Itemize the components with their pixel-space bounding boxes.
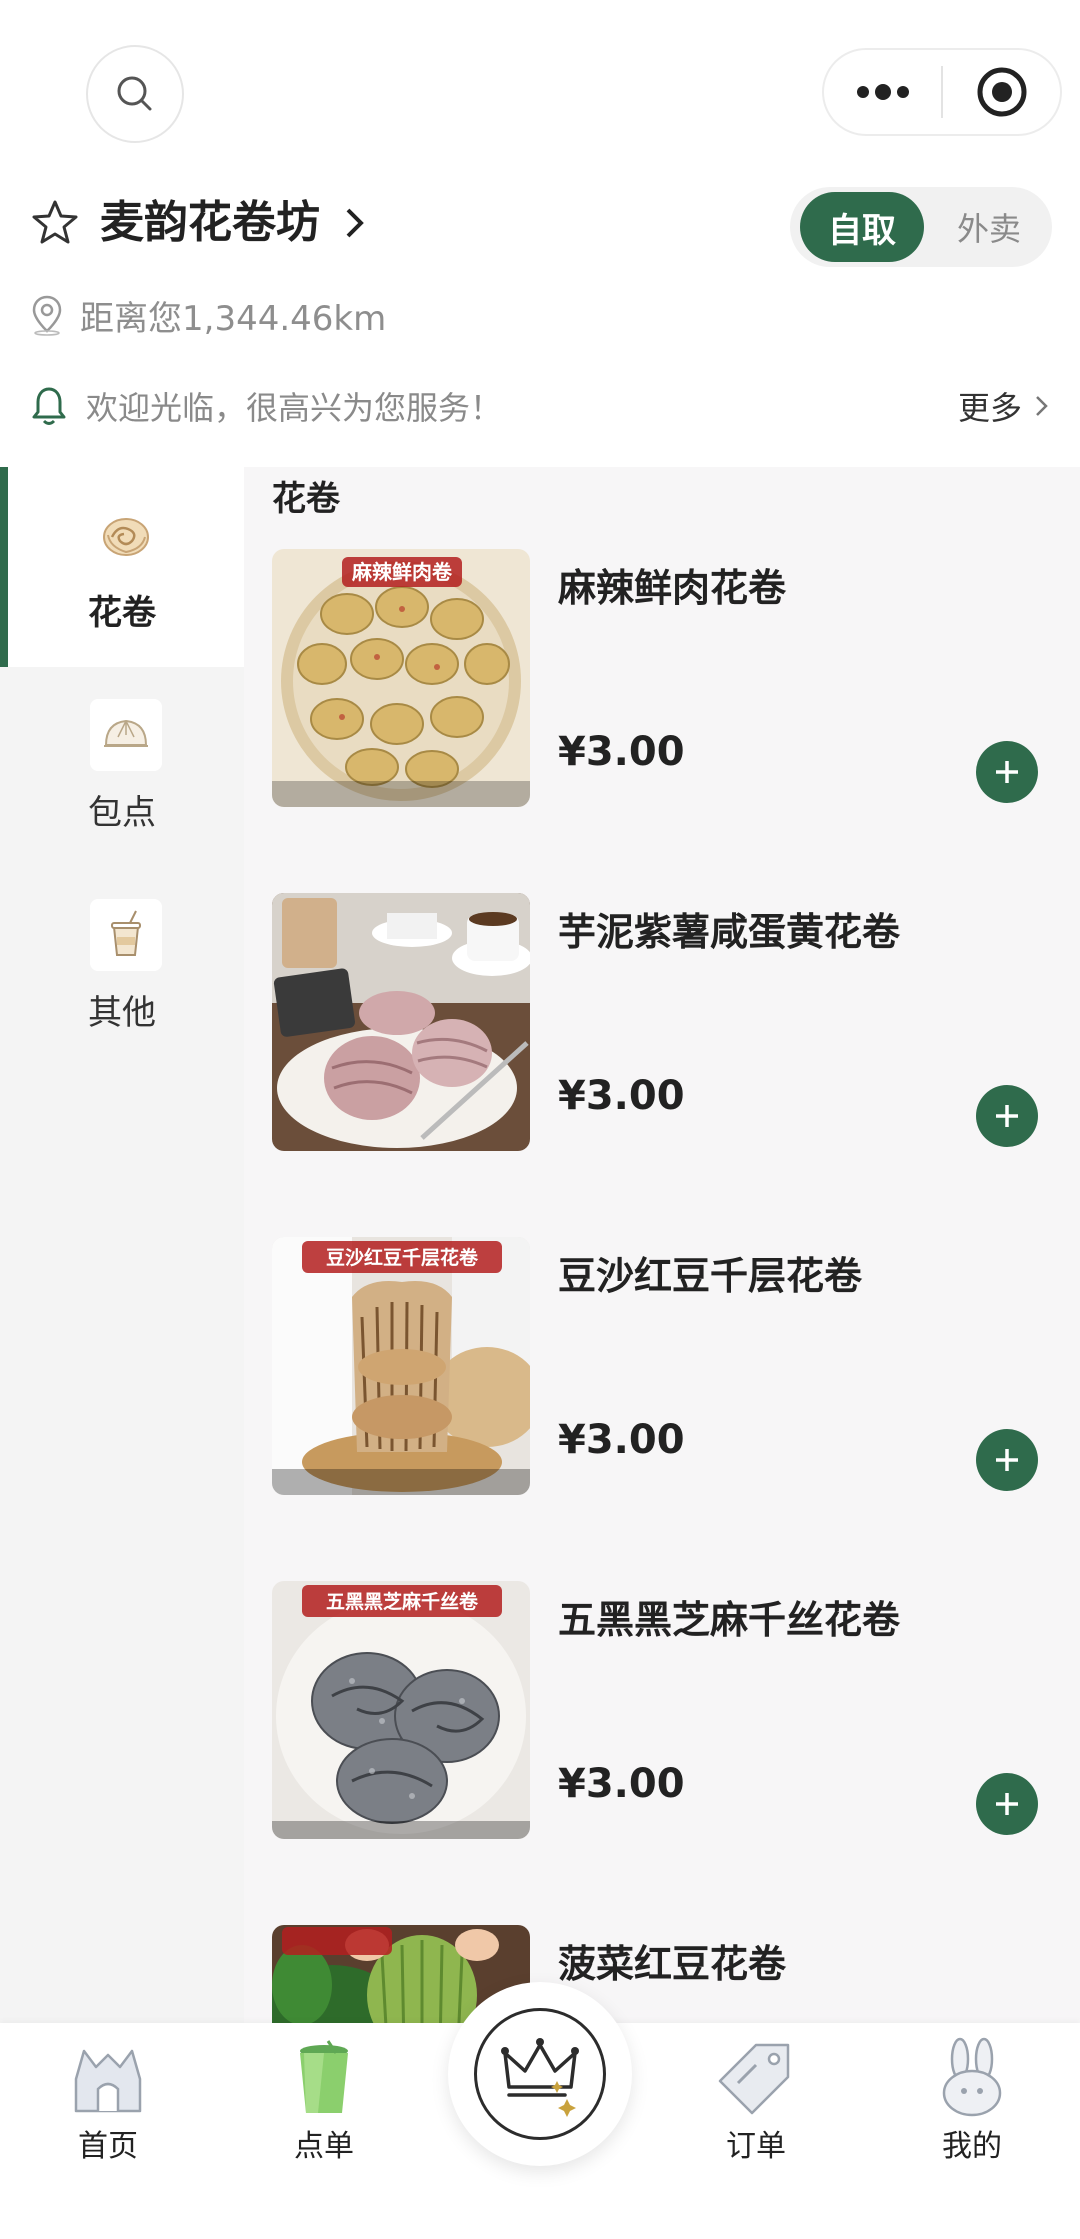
- favorite-star-icon[interactable]: [30, 198, 80, 248]
- product-card[interactable]: 麻辣鲜肉卷 麻辣鲜肉花卷 ¥3.00: [272, 549, 1072, 809]
- crown-badge: [474, 2008, 606, 2140]
- search-button[interactable]: [86, 45, 184, 143]
- category-item-huajuan[interactable]: 花卷: [0, 467, 244, 667]
- category-sidebar: 花卷 包点 其他: [0, 467, 244, 2023]
- more-label: 更多: [957, 389, 1022, 427]
- category-item-baodian[interactable]: 包点: [0, 667, 244, 867]
- product-card[interactable]: 芋泥紫薯咸蛋黄花卷 ¥3.00: [272, 893, 1072, 1153]
- product-price: ¥3.00: [558, 1761, 685, 1807]
- product-image[interactable]: 五黑黑芝麻千丝卷: [272, 1581, 530, 1839]
- bun-icon: [90, 699, 162, 771]
- cup-icon: [300, 2040, 348, 2113]
- distance-row: 距离您1,344.46km: [30, 290, 386, 340]
- product-name: 豆沙红豆千层花卷: [558, 1254, 863, 1298]
- tag-icon: [718, 2043, 790, 2115]
- product-card[interactable]: 菠菜红豆花卷: [272, 1925, 1072, 2023]
- crown-icon: [501, 2038, 579, 2117]
- location-pin-icon: [32, 295, 62, 336]
- product-name: 五黑黑芝麻千丝花卷: [558, 1598, 901, 1642]
- more-menu-button[interactable]: [824, 50, 941, 134]
- bell-icon: [32, 387, 66, 425]
- product-price: ¥3.00: [558, 1073, 685, 1119]
- more-link[interactable]: 更多: [958, 380, 1050, 432]
- product-card[interactable]: 豆沙红豆千层花卷 豆沙红豆千层花卷 ¥3.00: [272, 1237, 1072, 1497]
- tab-label: 订单: [726, 2129, 786, 2164]
- tab-orders-list[interactable]: 订单: [676, 2023, 836, 2239]
- tab-label: 我的: [942, 2129, 1002, 2164]
- distance-text: 距离您1,344.46km: [80, 298, 387, 339]
- tab-label: 首页: [78, 2129, 138, 2164]
- category-label: 其他: [88, 993, 156, 1033]
- store-name[interactable]: 麦韵花卷坊: [100, 192, 320, 254]
- product-image[interactable]: [272, 893, 530, 1151]
- plus-icon: [996, 1105, 1018, 1127]
- add-to-cart-button[interactable]: [976, 1085, 1038, 1147]
- product-price: ¥3.00: [558, 1417, 685, 1463]
- add-to-cart-button[interactable]: [976, 1429, 1038, 1491]
- section-title: 花卷: [272, 479, 340, 519]
- order-mode-toggle: 自取 外卖: [790, 187, 1052, 267]
- more-dots-icon: [856, 84, 909, 100]
- active-indicator: [0, 467, 8, 667]
- drink-cup-icon: [90, 899, 162, 971]
- product-name: 芋泥紫薯咸蛋黄花卷: [558, 910, 901, 954]
- plus-icon: [996, 1793, 1018, 1815]
- product-image[interactable]: 豆沙红豆千层花卷: [272, 1237, 530, 1495]
- chevron-right-icon[interactable]: [343, 204, 367, 242]
- product-name: 菠菜红豆花卷: [558, 1942, 787, 1986]
- tab-order[interactable]: 点单: [244, 2023, 404, 2239]
- plus-icon: [996, 761, 1018, 783]
- tab-profile[interactable]: 我的: [892, 2023, 1052, 2239]
- flower-roll-icon: [90, 499, 162, 571]
- category-item-other[interactable]: 其他: [0, 867, 244, 1067]
- tab-label: 点单: [294, 2129, 354, 2164]
- chevron-right-icon: [1036, 396, 1048, 416]
- center-member-button[interactable]: [448, 1982, 632, 2166]
- product-list: 花卷 麻辣鲜肉卷 麻辣鲜肉花卷 ¥3.00 芋泥紫薯咸蛋黄花卷 ¥3.00 豆沙…: [244, 467, 1080, 2023]
- mode-delivery-button[interactable]: 外卖: [938, 192, 1040, 262]
- image-caption: 麻辣鲜肉卷: [351, 560, 453, 584]
- image-caption: 五黑黑芝麻千丝卷: [326, 1590, 479, 1613]
- category-label: 包点: [88, 793, 156, 833]
- close-program-button[interactable]: [943, 50, 1060, 134]
- mode-selfpickup-button[interactable]: 自取: [800, 192, 924, 262]
- rabbit-icon: [942, 2037, 1002, 2117]
- target-icon: [977, 67, 1026, 117]
- image-caption: 豆沙红豆千层花卷: [326, 1246, 479, 1269]
- plus-icon: [996, 1449, 1018, 1471]
- add-to-cart-button[interactable]: [976, 1773, 1038, 1835]
- app-screen: 麦韵花卷坊 自取 外卖 距离您1,344.46km 欢迎光临，很高兴为您服务！ …: [0, 0, 1080, 2239]
- product-price: ¥3.00: [558, 729, 685, 775]
- notice-bar: 欢迎光临，很高兴为您服务！ 更多: [30, 380, 1050, 432]
- product-name: 麻辣鲜肉花卷: [558, 566, 787, 610]
- product-card[interactable]: 五黑黑芝麻千丝卷 五黑黑芝麻千丝花卷 ¥3.00: [272, 1581, 1072, 1841]
- house-icon: [74, 2049, 142, 2113]
- notice-text: 欢迎光临，很高兴为您服务！: [86, 389, 503, 427]
- add-to-cart-button[interactable]: [976, 741, 1038, 803]
- search-icon: [117, 76, 152, 111]
- mini-program-capsule: [822, 48, 1062, 136]
- category-label: 花卷: [88, 593, 156, 633]
- product-image[interactable]: 麻辣鲜肉卷: [272, 549, 530, 807]
- tab-home[interactable]: 首页: [28, 2023, 188, 2239]
